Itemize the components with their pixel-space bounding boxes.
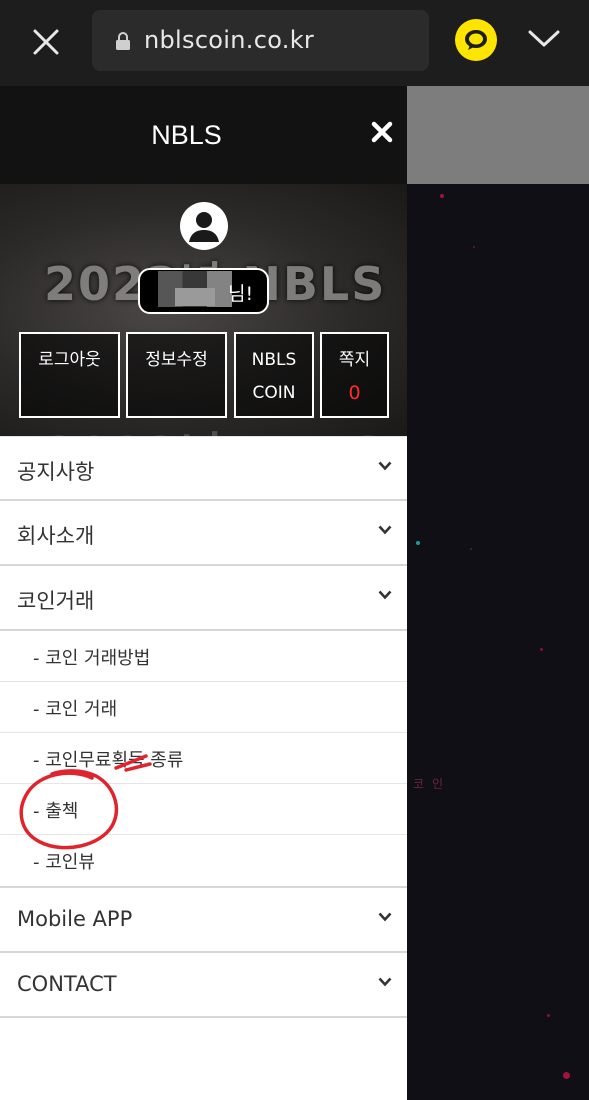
- lock-icon: [116, 32, 130, 50]
- menu-item-label: 코인거래: [17, 589, 95, 613]
- chevron-down-icon: [378, 912, 392, 922]
- nbls-coin-button[interactable]: NBLS COIN: [234, 332, 314, 418]
- particle: [563, 1072, 570, 1079]
- edit-profile-button[interactable]: 정보수정: [126, 332, 227, 418]
- close-icon[interactable]: [370, 120, 394, 144]
- user-icon: [189, 212, 219, 242]
- particle: [416, 541, 420, 545]
- url-bar[interactable]: nblscoin.co.kr: [92, 10, 429, 71]
- submenu-item-trade-guide[interactable]: - 코인 거래방법: [0, 631, 407, 682]
- url-text: nblscoin.co.kr: [144, 26, 315, 54]
- submenu-item-label: - 코인무료획득 종류: [33, 750, 184, 771]
- particle: [540, 648, 543, 651]
- close-icon[interactable]: [28, 24, 64, 60]
- profile-area: 2023년 NBLS 2023년 NBLS 님! 로그아웃 정보수정 NBLS …: [0, 184, 407, 436]
- side-menu: NBLS 2023년 NBLS 2023년 NBLS 님! 로그아웃 정보수정 …: [0, 86, 407, 1100]
- submenu-coin-trade: - 코인 거래방법 - 코인 거래 - 코인무료획득 종류 - 출첵 - 코인뷰: [0, 631, 407, 888]
- menu-item-label: 회사소개: [17, 524, 95, 548]
- submenu-item-free-coin[interactable]: - 코인무료획득 종류: [0, 733, 407, 784]
- site-title[interactable]: NBLS: [0, 120, 373, 151]
- banner-text: 2023년 NBLS: [44, 418, 386, 436]
- kakaotalk-icon: [465, 30, 487, 50]
- page-overlay[interactable]: [407, 86, 589, 184]
- avatar: [180, 202, 228, 250]
- particle: [470, 548, 472, 550]
- side-menu-header: NBLS: [0, 86, 407, 184]
- chevron-down-icon[interactable]: [527, 28, 561, 50]
- logout-button[interactable]: 로그아웃: [19, 332, 120, 418]
- particle: [547, 1014, 550, 1017]
- menu-item-label: 공지사항: [17, 460, 95, 484]
- greeting-badge: 님!: [138, 268, 269, 314]
- masked-username: [175, 288, 215, 306]
- particle: [440, 194, 444, 198]
- menu-item-about[interactable]: 회사소개: [0, 501, 407, 566]
- chevron-down-icon: [378, 590, 392, 600]
- edit-profile-label: 정보수정: [145, 350, 208, 370]
- browser-toolbar: nblscoin.co.kr: [0, 0, 589, 86]
- nav-menu: 공지사항 회사소개 코인거래 - 코인 거래방법 - 코인 거래 - 코인무료획…: [0, 436, 407, 1018]
- greeting-suffix: 님!: [228, 283, 254, 305]
- submenu-item-label: - 코인 거래: [33, 699, 118, 720]
- submenu-item-coin-view[interactable]: - 코인뷰: [0, 835, 407, 886]
- messages-count: 0: [348, 382, 361, 404]
- particle: [473, 246, 475, 248]
- nbls-coin-label-line2: COIN: [252, 383, 296, 403]
- chevron-down-icon: [378, 525, 392, 535]
- messages-label: 쪽지: [338, 350, 371, 370]
- menu-item-label: Mobile APP: [17, 907, 133, 931]
- chevron-down-icon: [378, 977, 392, 987]
- submenu-item-label: - 코인 거래방법: [33, 648, 151, 669]
- menu-item-mobile-app[interactable]: Mobile APP: [0, 888, 407, 953]
- messages-button[interactable]: 쪽지 0: [320, 332, 389, 418]
- background-text: 코인: [413, 777, 452, 791]
- chevron-down-icon: [378, 461, 392, 471]
- menu-item-contact[interactable]: CONTACT: [0, 953, 407, 1018]
- submenu-item-label: - 코인뷰: [33, 852, 95, 873]
- submenu-item-label: - 출첵: [33, 801, 79, 822]
- menu-item-notice[interactable]: 공지사항: [0, 436, 407, 501]
- submenu-item-trade[interactable]: - 코인 거래: [0, 682, 407, 733]
- kakaotalk-share-button[interactable]: [455, 19, 497, 61]
- logout-label: 로그아웃: [38, 350, 101, 370]
- menu-item-label: CONTACT: [17, 972, 117, 996]
- submenu-item-attendance[interactable]: - 출첵: [0, 784, 407, 835]
- nbls-coin-label-line1: NBLS: [251, 350, 297, 370]
- menu-item-coin-trade[interactable]: 코인거래: [0, 566, 407, 631]
- page-background: [407, 184, 589, 1100]
